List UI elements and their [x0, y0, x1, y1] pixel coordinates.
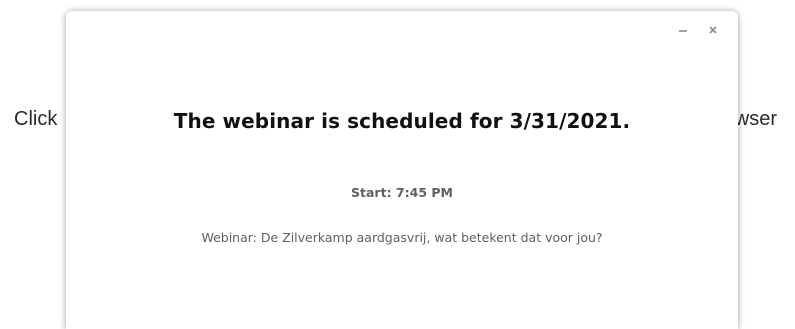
close-icon — [709, 26, 717, 34]
start-time: Start: 7:45 PM — [351, 185, 453, 200]
close-button[interactable] — [706, 23, 720, 37]
background-text-left: Click — [14, 108, 58, 130]
minimize-button[interactable] — [676, 23, 690, 37]
webinar-topic: Webinar: De Zilverkamp aardgasvrij, wat … — [201, 230, 603, 245]
webinar-scheduled-dialog: The webinar is scheduled for 3/31/2021. … — [66, 11, 738, 329]
dialog-title: The webinar is scheduled for 3/31/2021. — [173, 109, 631, 133]
page: Click wser The webinar is scheduled for … — [0, 0, 795, 329]
window-controls — [676, 23, 720, 37]
background-text-right: wser — [734, 108, 777, 130]
minimize-icon — [679, 30, 687, 32]
